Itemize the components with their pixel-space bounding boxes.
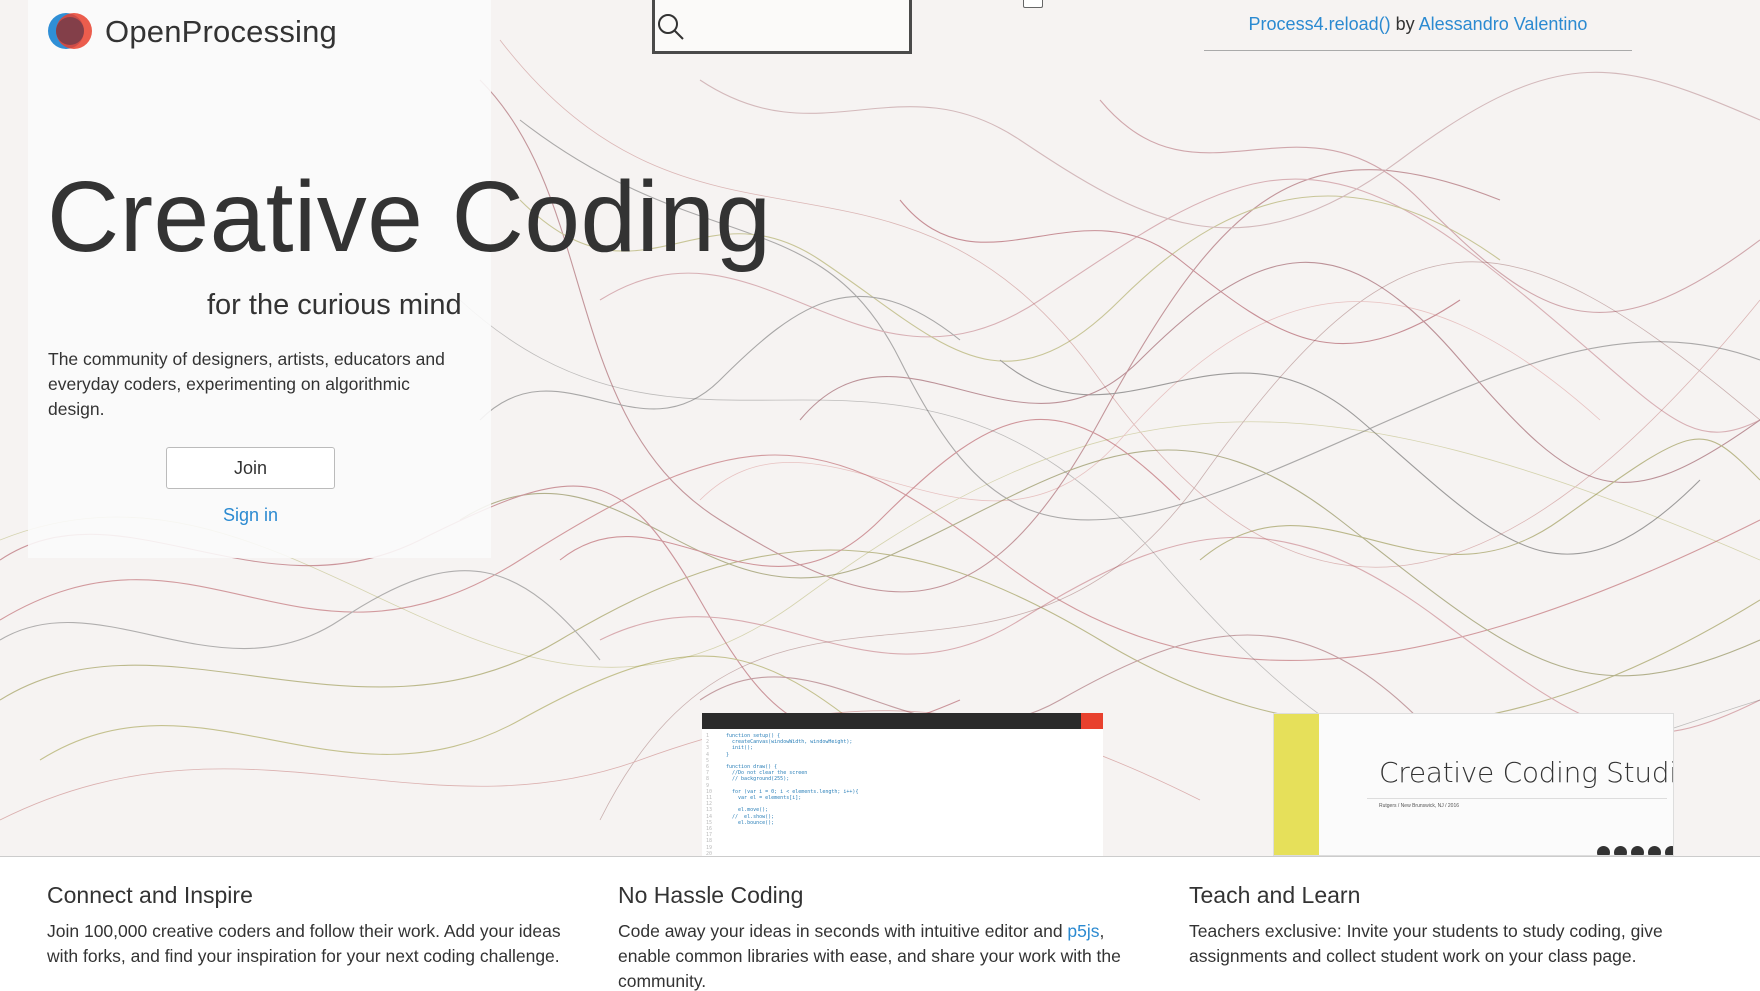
feature-connect: Connect and Inspire Join 100,000 creativ… [47,882,587,969]
section-divider [0,856,1760,857]
hero-description: The community of designers, artists, edu… [48,349,445,419]
editor-toolbar [702,713,1103,729]
feature-text-before: Code away your ideas in seconds with int… [618,921,1068,941]
editor-code: 1 2 3 4 5 6 7 8 9 10 11 12 13 14 15 16 17 18 19 20 function… [706,733,859,856]
featured-sketch-link[interactable]: Process4.reload() [1249,14,1391,34]
editor-preview-image: 1 2 3 4 5 6 7 8 9 10 11 12 13 14 15 16 17 18 19 20 function… [702,713,1103,856]
brand-name[interactable]: OpenProcessing [105,14,337,50]
feature-title: Teach and Learn [1189,882,1361,908]
featured-sketch-credit: Process4.reload() by Alessandro Valentin… [1204,14,1632,51]
feature-text: Code away your ideas in seconds with int… [618,919,1158,991]
feature-title: Connect and Inspire [47,882,253,908]
editor-save-button [1081,713,1103,729]
featured-author-link[interactable]: Alessandro Valentino [1419,14,1588,34]
openprocessing-logo-icon[interactable] [47,12,93,50]
studio-subtitle: Rutgers / New Brunswick, NJ / 2016 [1379,803,1460,809]
hero-headline: Creative Coding [47,161,772,273]
p5js-link[interactable]: p5js [1067,921,1099,941]
studio-title: Creative Coding Studio [1379,756,1674,789]
menu-handle[interactable] [1023,0,1043,8]
hero-tagline: for the curious mind [207,289,462,321]
feature-teach: Teach and Learn Teachers exclusive: Invi… [1189,882,1729,969]
join-button[interactable]: Join [166,447,335,489]
signin-link[interactable]: Sign in [223,505,278,526]
feature-coding: No Hassle Coding Code away your ideas in… [618,882,1158,991]
class-studio-preview-image: Creative Coding Studio Rutgers / New Bru… [1273,713,1674,856]
studio-card: Creative Coding Studio Rutgers / New Bru… [1319,714,1674,855]
search-input[interactable] [695,8,905,44]
credit-by: by [1395,14,1415,34]
search-box[interactable] [652,0,912,54]
search-icon[interactable] [657,13,685,41]
student-avatars [1597,846,1673,855]
studio-divider [1367,798,1667,799]
feature-text: Join 100,000 creative coders and follow … [47,921,561,966]
feature-title: No Hassle Coding [618,882,804,908]
feature-text: Teachers exclusive: Invite your students… [1189,921,1663,966]
